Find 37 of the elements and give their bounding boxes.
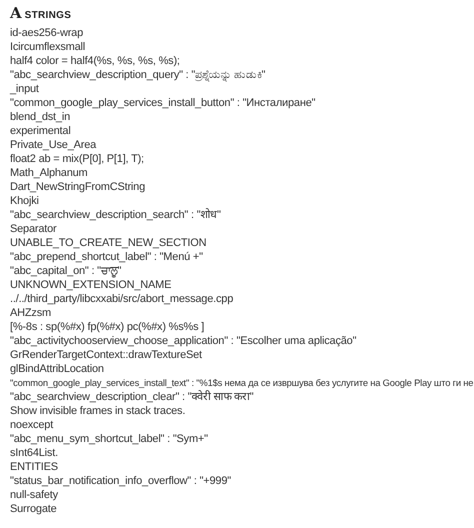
- string-entry: "abc_prepend_shortcut_label" : "Menú +": [10, 250, 203, 264]
- string-entry: id-aes256-wrap: [10, 26, 84, 40]
- section-title: STRINGS: [24, 10, 72, 21]
- string-entry: _input: [10, 82, 39, 96]
- string-entry: "abc_menu_sym_shortcut_label" : "Sym+": [10, 432, 208, 446]
- string-entry: "abc_activitychooserview_choose_application" : "Escolher uma aplicação": [10, 334, 356, 348]
- string-entry: "abc_capital_on" : "ਚਾਲੂ": [10, 264, 122, 278]
- string-entry: UNABLE_TO_CREATE_NEW_SECTION: [10, 236, 206, 250]
- string-entry: Icircumflexsmall: [10, 40, 86, 54]
- string-entry: Show invisible frames in stack traces.: [10, 404, 186, 418]
- string-entry: Khojki: [10, 194, 39, 208]
- string-entry: "common_google_play_services_install_button" : "Инсталиране": [10, 96, 316, 110]
- string-entry: null-safety: [10, 488, 58, 502]
- string-entry: UNKNOWN_EXTENSION_NAME: [10, 278, 172, 292]
- string-entry: GrRenderTargetContext::drawTextureSet: [10, 348, 202, 362]
- string-entry: ENTITIES: [10, 460, 58, 474]
- string-entry: float2 ab = mix(P[0], P[1], T);: [10, 152, 144, 166]
- string-entry: "abc_searchview_description_clear" : "क्वेरी साफ करा": [10, 390, 254, 404]
- string-entry: noexcept: [10, 418, 54, 432]
- string-entry: "status_bar_notification_info_overflow" : "+999": [10, 474, 231, 488]
- section-glyph: A: [10, 4, 22, 22]
- string-entry: Private_Use_Area: [10, 138, 96, 152]
- string-entry: blend_dst_in: [10, 110, 70, 124]
- string-entry: Math_Alphanum: [10, 166, 88, 180]
- string-entry: Surrogate: [10, 502, 57, 516]
- string-entry: Separator: [10, 222, 57, 236]
- string-entry: experimental: [10, 124, 71, 138]
- string-entry: ../../third_party/libcxxabi/src/abort_message.cpp: [10, 292, 234, 306]
- string-entry: "abc_searchview_description_search" : "शोध": [10, 208, 221, 222]
- string-entry: "abc_searchview_description_query" : "ಪ್ರಶ್ನೆಯನ್ನು ಹುಡುಕಿ": [10, 68, 266, 82]
- string-entry: glBindAttribLocation: [10, 362, 104, 376]
- string-entry: half4 color = half4(%s, %s, %s, %s);: [10, 54, 180, 68]
- string-entry: Dart_NewStringFromCString: [10, 180, 145, 194]
- string-entry: [%-8s : sp(%#x) fp(%#x) pc(%#x) %s%s ]: [10, 320, 204, 334]
- string-entry: AHZzsm: [10, 306, 51, 320]
- string-entry: sInt64List.: [10, 446, 58, 460]
- string-entry: "common_google_play_services_install_text" : "%1$s нема да се извршува без услугите на Google Play што ги не: [10, 376, 474, 390]
